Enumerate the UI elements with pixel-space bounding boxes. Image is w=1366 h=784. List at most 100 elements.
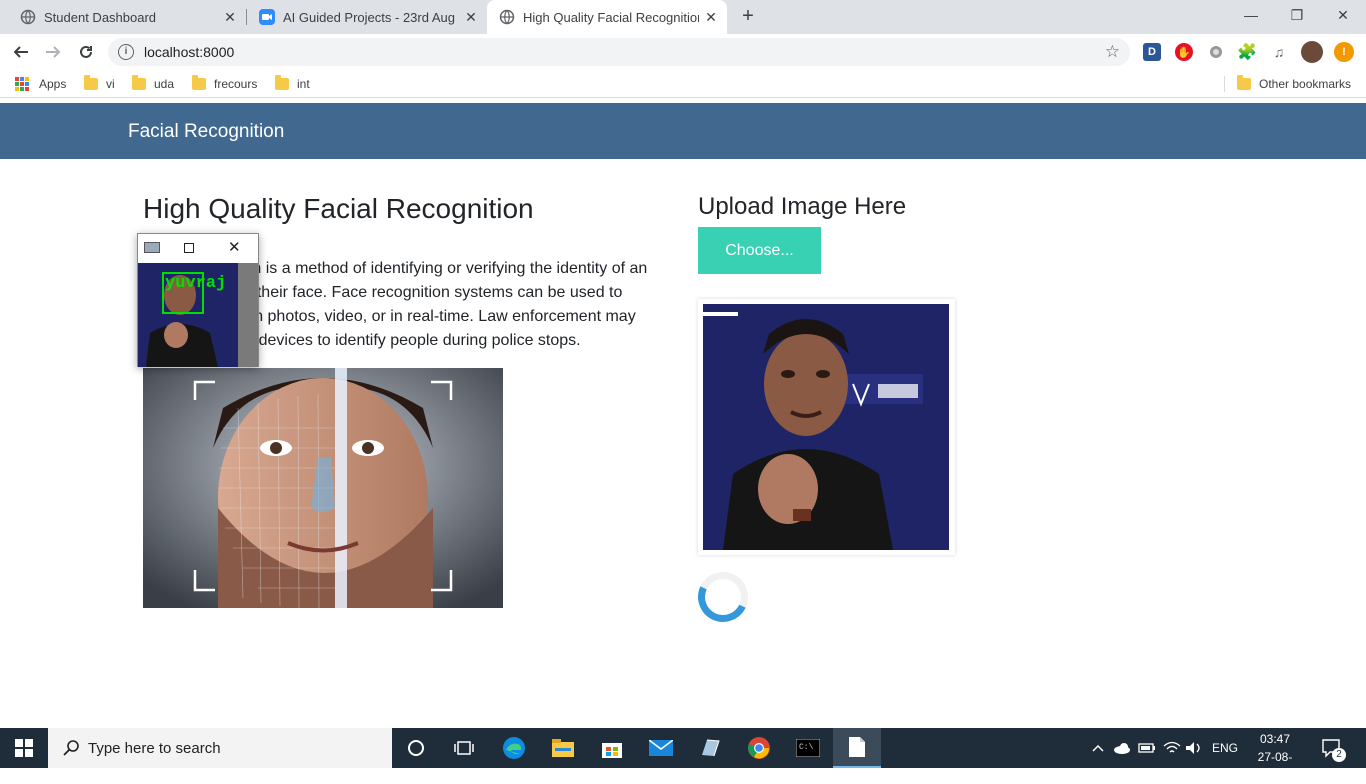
onedrive-icon[interactable] [1113,728,1131,768]
bookmark-divider [1224,76,1225,92]
info-icon[interactable]: i [118,44,134,60]
tab-label: AI Guided Projects - 23rd August [283,9,455,25]
close-icon[interactable]: ✕ [463,9,479,25]
clock-date: 27-08-2020 [1257,750,1293,782]
navbar-brand[interactable]: Facial Recognition [128,121,284,143]
address-bar[interactable]: i localhost:8000 ☆ [108,38,1130,66]
url-text: localhost:8000 [144,44,235,60]
svg-text:C:\: C:\ [799,743,814,752]
window-app-icon [144,242,160,253]
windows-logo-icon [15,739,33,757]
extensions-puzzle-icon[interactable]: 🧩 [1237,43,1257,61]
volume-icon[interactable] [1185,728,1203,768]
close-icon[interactable]: ✕ [228,238,241,256]
site-navbar: Facial Recognition [0,103,1366,159]
chrome-icon[interactable] [735,728,783,768]
face-scan-image [143,368,503,608]
bookmark-label: frecours [214,77,258,91]
update-alert-icon[interactable]: ! [1334,42,1354,62]
extension-circle-icon[interactable] [1207,43,1225,61]
bookmark-label: int [297,77,310,91]
bookmark-label: Apps [39,77,67,91]
language-indicator[interactable]: ENG [1212,728,1238,768]
reload-icon [80,45,92,58]
upload-title: Upload Image Here [698,193,907,220]
media-control-icon[interactable]: ♫ [1270,43,1288,61]
start-button[interactable] [0,728,48,768]
tab-label: Student Dashboard [44,9,157,25]
loading-spinner [690,564,756,630]
uploaded-photo [703,304,949,550]
folder-icon [84,75,98,90]
image-preview [698,299,955,555]
back-button[interactable] [10,41,32,63]
system-clock[interactable]: 03:47 27-08-2020 [1245,730,1305,784]
bookmark-other[interactable]: Other bookmarks [1237,75,1352,92]
store-icon[interactable] [588,728,636,768]
mail-icon[interactable] [637,728,685,768]
restore-button[interactable]: ❐ [1274,0,1320,30]
notepad-icon[interactable] [833,728,881,768]
tab-ai-guided-projects[interactable]: AI Guided Projects - 23rd August ✕ [247,0,487,34]
tab-strip: Student Dashboard ✕ AI Guided Projects -… [0,0,1366,34]
bookmark-apps[interactable]: Apps [15,76,66,92]
wifi-icon[interactable] [1163,728,1181,768]
globe-icon [20,9,36,25]
tab-student-dashboard[interactable]: Student Dashboard ✕ [0,0,246,34]
bookmark-star-icon[interactable]: ☆ [1105,42,1120,62]
bookmark-label: Other bookmarks [1259,77,1352,91]
forward-arrow-icon [46,46,61,58]
bookmark-folder-frecours[interactable]: frecours [192,75,258,92]
back-arrow-icon [13,46,28,58]
forward-button[interactable] [42,41,64,63]
close-icon[interactable]: ✕ [222,9,238,25]
bookmark-folder-int[interactable]: int [275,75,310,92]
apps-grid-icon [15,77,29,91]
windows-taskbar: Type here to search C:\ ENG 03:47 27-08-… [0,728,1366,782]
cortana-icon[interactable] [392,728,440,768]
edge-icon[interactable] [490,728,538,768]
action-center-button[interactable]: 2 [1322,728,1346,768]
notification-badge: 2 [1332,748,1346,762]
maximize-icon[interactable] [184,243,194,253]
terminal-icon[interactable]: C:\ [784,728,832,768]
folder-icon [275,75,289,90]
extension-d-icon[interactable]: D [1143,43,1161,61]
detected-name-label: yuvraj [165,274,226,293]
window-titlebar[interactable]: ✕ [138,234,258,262]
bookmark-label: vi [106,77,115,91]
tab-label: High Quality Facial Recognition [523,9,699,25]
clock-time: 03:47 [1259,732,1291,746]
profile-avatar[interactable] [1301,41,1323,63]
minimize-button[interactable]: — [1228,0,1274,30]
globe-icon [499,9,515,25]
detection-frame: yuvraj [138,263,258,367]
folder-icon [1237,75,1251,90]
bookmarks-bar: Apps vi uda frecours int Other bookmarks [0,70,1366,98]
task-view-icon[interactable] [440,728,488,768]
web-page: Facial Recognition High Quality Facial R… [0,103,1366,728]
file-explorer-icon[interactable] [539,728,587,768]
extension-stop-icon[interactable]: ✋ [1175,43,1193,61]
search-icon [62,739,80,757]
show-hidden-icons-icon[interactable] [1092,728,1104,768]
battery-icon[interactable] [1138,728,1156,768]
new-tab-button[interactable]: + [737,6,759,28]
page-title: High Quality Facial Recognition [143,193,534,224]
reload-button[interactable] [75,41,97,63]
bookmark-folder-vi[interactable]: vi [84,75,115,92]
zoom-icon [259,9,275,25]
tab-facial-recognition[interactable]: High Quality Facial Recognition ✕ [487,0,727,34]
bookmark-label: uda [154,77,175,91]
opencv-output-window[interactable]: ✕ yuvraj [137,233,259,367]
folder-icon [192,75,206,90]
folder-icon [132,75,146,90]
search-placeholder: Type here to search [88,739,221,757]
taskbar-search[interactable]: Type here to search [48,728,392,768]
close-icon[interactable]: ✕ [703,9,719,25]
browser-toolbar: i localhost:8000 ☆ D ✋ 🧩 ♫ ! [0,34,1366,70]
window-close-button[interactable]: ✕ [1320,0,1366,30]
choose-file-button[interactable]: Choose... [698,227,821,274]
app-icon[interactable] [686,728,734,768]
bookmark-folder-uda[interactable]: uda [132,75,175,92]
